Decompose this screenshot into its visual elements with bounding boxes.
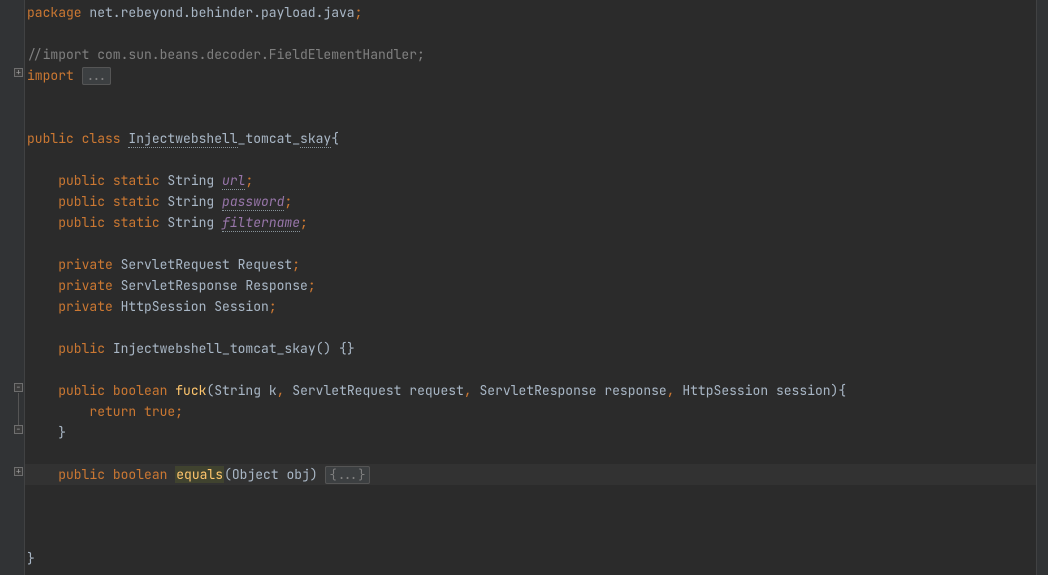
paren-close: ) [310,466,318,483]
parens: () [316,340,332,357]
type-req: ServletRequest [121,256,238,273]
marker-bar[interactable] [1036,0,1048,575]
p-req: request [409,382,464,399]
class-name-c: skay [300,130,331,148]
braces: {} [339,340,355,357]
semi: ; [245,172,253,189]
semi: ; [175,403,183,420]
kw-private: private [58,256,120,273]
type-ses: HttpSession [121,298,215,315]
p-type: ServletResponse [480,382,605,399]
kw-public: public [58,340,113,357]
kw-public: public [58,382,113,399]
semi: ; [355,4,363,21]
p-res: response [604,382,666,399]
fold-method-end[interactable]: − [14,425,23,434]
brace: } [27,550,35,567]
kw-public: public [58,214,113,231]
gutter: + − − + [0,0,25,575]
kw-boolean: boolean [113,466,175,483]
type-res: ServletResponse [121,277,246,294]
kw-class: class [82,130,129,147]
p-ses: session [776,382,831,399]
kw-public: public [27,130,82,147]
kw-static: static [113,193,168,210]
p-type: ServletRequest [292,382,409,399]
kw-public: public [58,193,113,210]
brace: { [331,130,339,147]
kw-true: true [144,403,175,420]
semi: ; [269,298,277,315]
kw-import: import [27,67,82,84]
semi: ; [284,193,292,210]
field-ses: Session [214,298,269,315]
type-string: String [167,193,222,210]
method-equals: equals [175,466,224,483]
semi: ; [308,277,316,294]
import-folded[interactable]: ... [82,67,112,85]
kw-boolean: boolean [113,382,175,399]
type-string: String [167,172,222,189]
p-obj: obj [286,466,309,483]
p-type: Object [232,466,287,483]
semi: ; [292,256,300,273]
class-name-b: _tomcat_ [238,130,300,147]
kw-private: private [58,298,120,315]
comment: //import com.sun.beans.decoder.FieldElem… [27,46,425,63]
package-name: net.rebeyond.behinder.payload.java [89,4,354,21]
fold-equals[interactable]: + [14,467,23,476]
type-string: String [167,214,222,231]
semi: ; [300,214,308,231]
kw-package: package [27,4,89,21]
field-password: password [222,193,284,211]
ctor-name: Injectwebshell_tomcat_skay [113,340,316,357]
fold-import[interactable]: + [14,68,23,77]
comma: , [667,382,683,399]
p-type: String [214,382,269,399]
kw-public: public [58,466,113,483]
body-folded[interactable]: {...} [325,466,369,484]
kw-public: public [58,172,113,189]
paren-open: ( [224,466,232,483]
class-name-a: Injectwebshell [128,130,237,148]
comma: , [277,382,293,399]
brace: } [58,424,66,441]
comma: , [464,382,480,399]
field-req: Request [238,256,293,273]
method-fuck: fuck [175,382,206,399]
field-res: Response [245,277,307,294]
kw-static: static [113,172,168,189]
fold-method[interactable]: − [14,383,23,392]
field-url: url [222,172,245,190]
kw-static: static [113,214,168,231]
p-k: k [269,382,277,399]
kw-return: return [89,403,144,420]
field-filtername: filtername [222,214,300,232]
kw-private: private [58,277,120,294]
p-type: HttpSession [682,382,776,399]
code-editor[interactable]: package net.rebeyond.behinder.payload.ja… [25,0,1036,575]
brace: { [838,382,846,399]
